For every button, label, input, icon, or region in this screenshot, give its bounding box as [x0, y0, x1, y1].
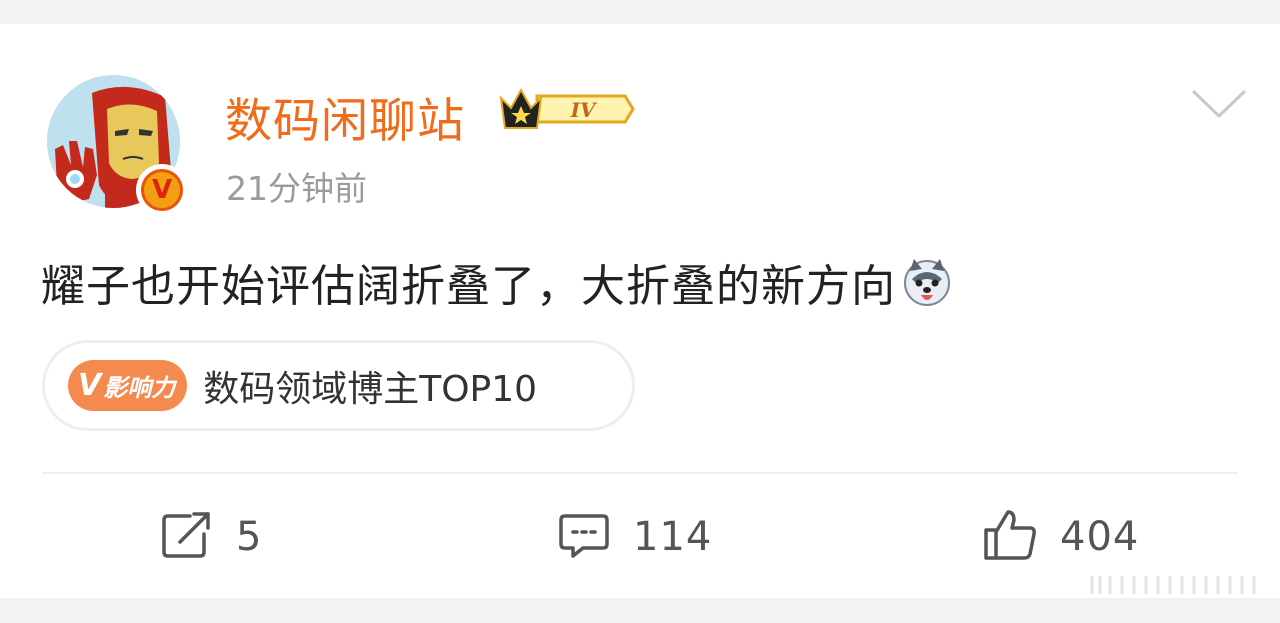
- post-content: 耀子也开始评估阔折叠了，大折叠的新方向: [41, 250, 952, 314]
- husky-emoji-icon: [902, 257, 952, 307]
- thumbs-up-icon: [982, 508, 1038, 566]
- influence-label: 数码领域博主TOP10: [203, 368, 538, 410]
- influence-badge-letter: V: [78, 368, 102, 403]
- influence-tag[interactable]: V 影响力 数码领域博主TOP10: [42, 340, 635, 431]
- repost-count: 5: [236, 514, 263, 560]
- divider: [42, 472, 1238, 474]
- post-text: 耀子也开始评估阔折叠了，大折叠的新方向: [41, 261, 896, 312]
- like-count: 404: [1060, 514, 1140, 560]
- influence-badge-text: 影响力: [103, 374, 176, 402]
- verified-mark: V: [141, 169, 183, 211]
- timestamp: 21分钟前: [226, 169, 367, 208]
- post-card: V 数码闲聊站 IV 21分钟前 耀子也开始评估阔折叠了，大折叠的新方向 V 影…: [0, 24, 1280, 598]
- username[interactable]: 数码闲聊站: [225, 82, 465, 151]
- watermark: [1088, 572, 1268, 602]
- chevron-down-icon[interactable]: [1190, 84, 1248, 124]
- level-badge: IV: [497, 84, 637, 138]
- influence-badge: V 影响力: [68, 360, 188, 411]
- like-button[interactable]: 404: [982, 509, 1139, 565]
- repost-button[interactable]: 5: [160, 509, 262, 565]
- level-text: IV: [570, 98, 598, 122]
- comment-button[interactable]: 114: [557, 509, 712, 565]
- comment-count: 114: [633, 514, 713, 560]
- share-icon: [160, 510, 214, 564]
- verified-badge: V: [136, 164, 188, 216]
- comment-icon: [557, 510, 611, 564]
